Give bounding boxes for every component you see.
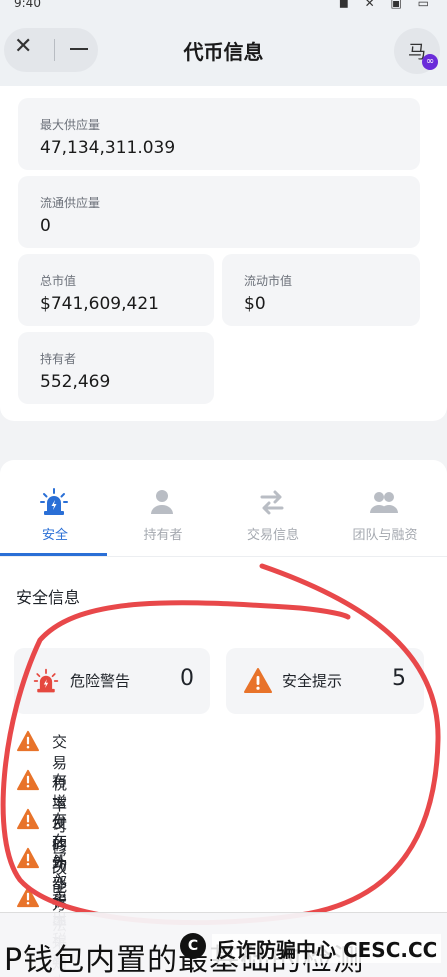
tab-holders-label: 持有者 <box>143 528 183 543</box>
warning-icon <box>17 847 39 869</box>
warning-icon <box>17 886 39 908</box>
max-supply-label: 最大供应量 <box>40 118 101 132</box>
market-cap-label: 总市值 <box>40 274 77 288</box>
warning-icon <box>17 730 39 752</box>
token-stats-card: 最大供应量 47,134,311.039 流通供应量 0 总市值 $741,60… <box>0 86 447 421</box>
safety-tips-label: 安全提示 <box>282 672 343 690</box>
market-cap-value: $741,609,421 <box>40 294 159 314</box>
tab-trade-info[interactable]: 交易信息 <box>218 482 328 552</box>
watermark: C 反诈防骗中心 CESC.CC <box>180 929 442 969</box>
detail-panel: 安全 持有者 交易信息 团队与融资 安全信息 危险警告 0 安全提示 5 交易税… <box>0 460 447 977</box>
safety-tips-count: 5 <box>392 666 406 691</box>
circulating-supply-tile: 流通供应量 0 <box>18 176 420 248</box>
tab-divider <box>0 556 447 557</box>
circulating-supply-label: 流通供应量 <box>40 196 101 210</box>
tab-security-label: 安全 <box>41 528 68 543</box>
holders-tile: 持有者 552,469 <box>18 332 214 404</box>
liquidity-value-label: 流动市值 <box>244 274 293 288</box>
holders-label: 持有者 <box>40 352 77 366</box>
avatar[interactable]: 马 ∞ <box>394 28 440 74</box>
alarm-icon <box>40 488 68 515</box>
tab-team-funding[interactable]: 团队与融资 <box>330 482 440 552</box>
link-badge-icon: ∞ <box>422 54 438 70</box>
tab-security[interactable]: 安全 <box>0 482 110 552</box>
status-time: 9:40 <box>14 0 41 10</box>
alarm-icon <box>33 668 59 693</box>
holders-value: 552,469 <box>40 372 111 392</box>
max-supply-value: 47,134,311.039 <box>40 138 176 158</box>
safety-tips-summary[interactable]: 安全提示 5 <box>226 648 424 714</box>
tab-holders[interactable]: 持有者 <box>108 482 218 552</box>
liquidity-value-value: $0 <box>244 294 266 314</box>
status-bar: 9:40 ◼ ✕ ▣ ▭ <box>0 0 447 14</box>
danger-warning-label: 危险警告 <box>70 672 131 690</box>
team-icon <box>370 492 398 513</box>
swap-icon <box>260 490 284 515</box>
max-supply-tile: 最大供应量 47,134,311.039 <box>18 98 420 170</box>
status-icons: ◼ ✕ ▣ ▭ <box>338 0 435 10</box>
warning-icon <box>17 769 39 791</box>
warning-icon <box>244 668 272 693</box>
tab-team-funding-label: 团队与融资 <box>352 528 418 543</box>
person-icon <box>151 490 173 514</box>
warning-icon <box>17 808 39 830</box>
liquidity-value-tile: 流动市值 $0 <box>222 254 420 326</box>
header: ✕ 代币信息 马 ∞ <box>0 14 447 86</box>
page-title: 代币信息 <box>183 40 264 64</box>
watermark-text: 反诈防骗中心 CESC.CC <box>212 934 442 963</box>
watermark-logo: C <box>180 933 206 959</box>
danger-warning-count: 0 <box>180 666 194 691</box>
tab-trade-info-label: 交易信息 <box>246 528 299 543</box>
market-cap-tile: 总市值 $741,609,421 <box>18 254 214 326</box>
danger-warning-summary[interactable]: 危险警告 0 <box>14 648 210 714</box>
circulating-supply-value: 0 <box>40 216 51 236</box>
section-title: 安全信息 <box>16 588 81 607</box>
